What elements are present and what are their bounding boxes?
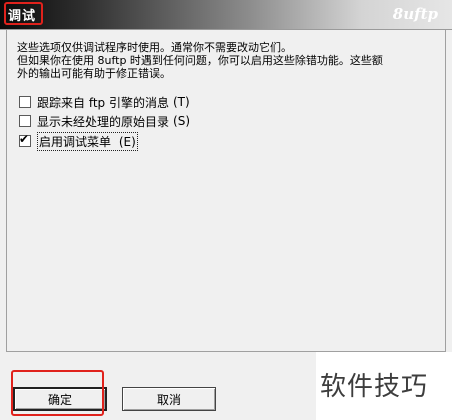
checkbox-enable-debug-menu[interactable]: ✔ (19, 132, 31, 147)
title-bar: 调试 8uftp (0, 0, 452, 30)
option-enable-debug-menu-focus: 启用调试菜单 (E) (37, 131, 138, 151)
description-text: 这些选项仅供调试程序时使用。通常你不需要改动它们。 但如果你在使用 8uftp … (17, 41, 427, 80)
frame-left-line (6, 30, 7, 352)
checkbox-show-raw-listing[interactable] (19, 115, 31, 127)
checkbox-trace-ftp-messages[interactable] (19, 96, 31, 108)
option-enable-debug-menu-label: 启用调试菜单 (39, 134, 112, 149)
brand-logo: 8uftp (392, 5, 438, 23)
cancel-button[interactable]: 取消 (122, 387, 216, 411)
option-trace-ftp-messages-shortcut: (T) (172, 95, 190, 109)
option-enable-debug-menu-shortcut: (E) (118, 134, 136, 149)
ok-button-highlight-box (11, 370, 104, 416)
option-show-raw-listing[interactable]: 显示未经处理的原始目录 (S) (19, 113, 190, 129)
option-trace-ftp-messages-label: 跟踪来自 ftp 引擎的消息 (37, 95, 169, 110)
watermark-text: 软件技巧 (320, 372, 429, 402)
description-line-2: 但如果你在使用 8uftp 时遇到任何问题，你可以启用这些除错功能。这些额 (17, 54, 383, 67)
option-enable-debug-menu[interactable]: ✔ 启用调试菜单 (E) (19, 131, 138, 151)
option-show-raw-listing-label: 显示未经处理的原始目录 (37, 114, 170, 129)
option-show-raw-listing-shortcut: (S) (173, 114, 190, 128)
frame-right-line (445, 30, 446, 352)
title-highlight-box (4, 2, 43, 25)
description-line-1: 这些选项仅供调试程序时使用。通常你不需要改动它们。 (17, 41, 292, 54)
description-line-3: 外的输出可能有助于修正错误。 (17, 67, 171, 80)
check-mark-icon: ✔ (19, 132, 30, 146)
option-trace-ftp-messages[interactable]: 跟踪来自 ftp 引擎的消息 (T) (19, 94, 190, 110)
